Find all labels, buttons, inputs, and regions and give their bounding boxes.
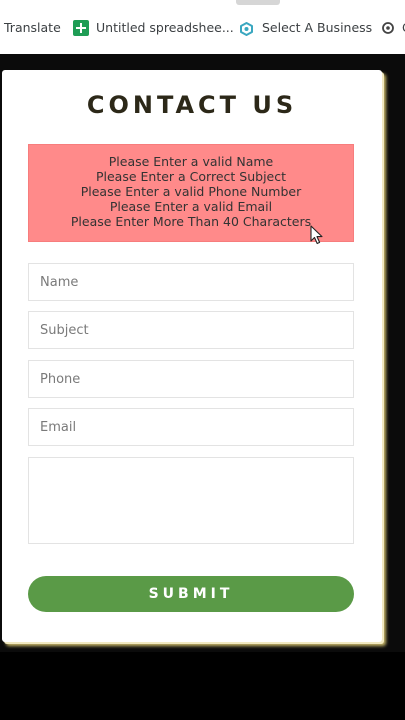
bookmark-openai[interactable]: G [381,18,405,38]
select-business-icon [238,20,255,37]
error-message: Please Enter a Correct Subject [95,169,287,184]
openai-icon [381,21,395,35]
phone-input[interactable] [28,360,354,398]
bookmark-translate[interactable]: Translate [4,18,61,38]
bookmarks-bar: Translate Untitled spreadshee... Select … [0,0,405,54]
error-message: Please Enter a valid Email [109,199,273,214]
page-area: CONTACT US Please Enter a valid Name Ple… [0,54,405,652]
name-input[interactable] [28,263,354,301]
bookmark-untitled-spreadsheet[interactable]: Untitled spreadshee... [73,18,234,38]
bookmark-select-a-business[interactable]: Select A Business [238,18,372,38]
subject-input[interactable] [28,311,354,349]
submit-button[interactable]: SUBMIT [28,576,354,612]
error-message: Please Enter a valid Phone Number [80,184,302,199]
bookmark-label: Untitled spreadshee... [96,20,234,35]
bookmark-label: Select A Business [262,20,373,35]
message-textarea[interactable] [28,457,354,544]
google-sheets-icon [73,20,89,36]
contact-title: CONTACT US [86,91,298,119]
error-message: Please Enter a valid Name [108,154,274,169]
error-message: Please Enter More Than 40 Characters [70,214,312,229]
bookmark-label: Translate [4,20,61,35]
contact-form-card: CONTACT US Please Enter a valid Name Ple… [2,70,382,642]
mouse-cursor-icon [310,225,323,245]
validation-error-box: Please Enter a valid Name Please Enter a… [28,144,354,242]
bookmarks-top-strip [236,0,280,5]
bottom-blank-area [0,652,405,720]
email-input[interactable] [28,408,354,446]
